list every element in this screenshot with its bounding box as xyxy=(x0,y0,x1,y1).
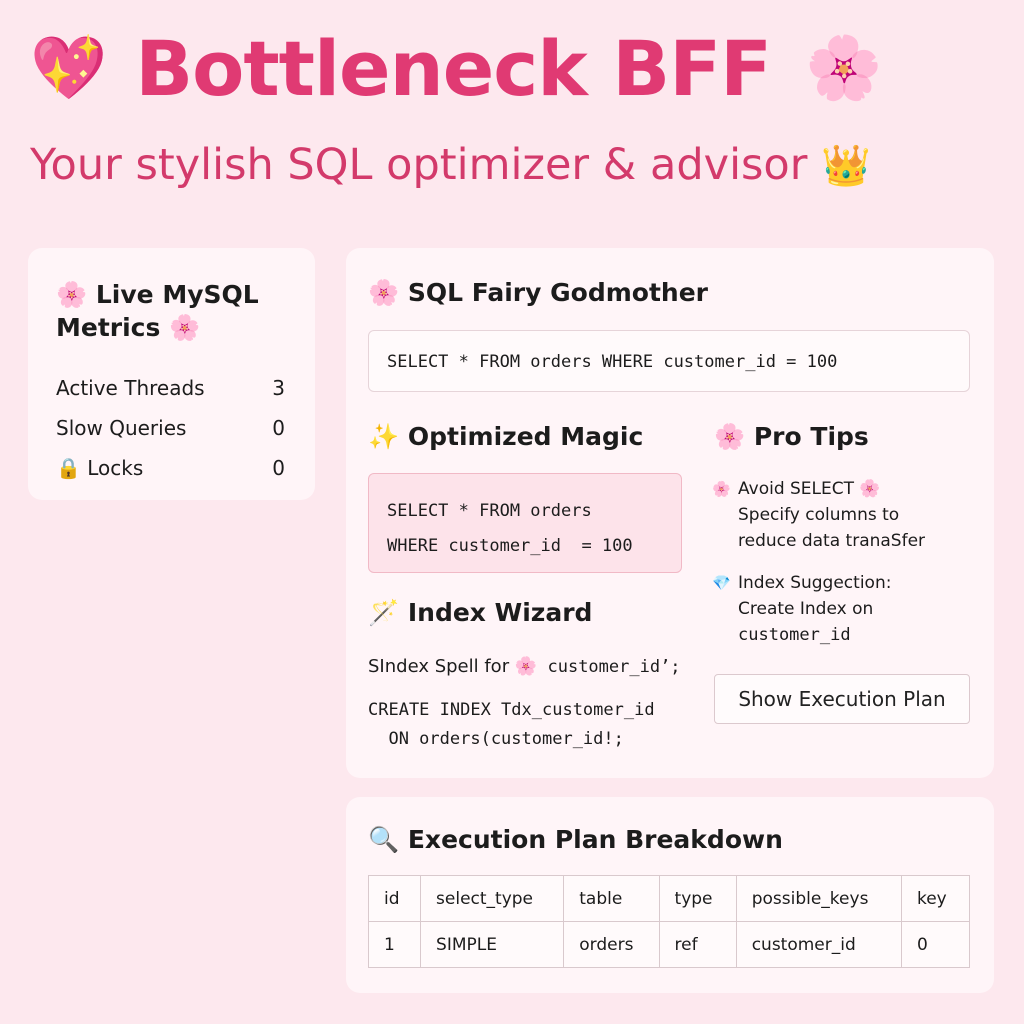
flower-icon: 🌸 xyxy=(805,31,883,104)
metric-label: Slow Queries xyxy=(56,416,187,440)
flower-icon: 🌸 xyxy=(859,479,881,499)
optimized-line-2: WHERE customer_id = 100 xyxy=(387,536,633,556)
heart-icon: 💖 xyxy=(30,31,108,104)
spell-prefix: SIndex Spell for xyxy=(368,656,515,677)
table-cell: 0 xyxy=(900,921,971,968)
tip-item: 🌸 Avoid SELECT 🌸 Specify columns to redu… xyxy=(712,476,974,554)
column-header: id xyxy=(367,875,422,922)
metric-label: 🔒 Locks xyxy=(56,456,144,480)
metric-value: 0 xyxy=(272,456,285,480)
column-header: key xyxy=(900,875,971,922)
magnifier-icon: 🔍 xyxy=(368,825,400,854)
tip-text: Create Index on xyxy=(738,599,874,619)
metric-row-slow-queries: Slow Queries 0 xyxy=(56,408,287,448)
flower-icon: 🌸 xyxy=(714,422,746,451)
tips-list: 🌸 Avoid SELECT 🌸 Specify columns to redu… xyxy=(712,476,974,664)
execution-plan-panel: 🔍 Execution Plan Breakdown id select_typ… xyxy=(346,797,994,993)
table-cell: SIMPLE xyxy=(420,921,565,968)
table-header-row: id select_type table type possible_keys … xyxy=(367,875,971,922)
tip-text: customer_id xyxy=(738,625,851,645)
title-row: 💖 Bottleneck BFF 🌸 xyxy=(30,22,1010,114)
metrics-title: 🌸 Live MySQL Metrics 🌸 xyxy=(56,278,287,344)
create-index-code-2: ON orders(customer_id!; xyxy=(368,729,624,749)
optimized-line-1: SELECT * FROM orders xyxy=(387,501,592,521)
metrics-title-text: Live MySQL Metrics xyxy=(56,280,259,342)
metric-value: 3 xyxy=(272,376,285,400)
tip-text: reduce data tranaSfer xyxy=(738,531,926,551)
tip-item: 💎 Index Suggection: Create Index on cust… xyxy=(712,570,974,648)
optimizer-panel: 🌸 SQL Fairy Godmother SELECT * FROM orde… xyxy=(346,248,994,778)
column-header: type xyxy=(658,875,737,922)
table-cell: customer_id xyxy=(735,921,902,968)
plan-title: 🔍 Execution Plan Breakdown xyxy=(368,825,783,855)
execution-plan-table: id select_type table type possible_keys … xyxy=(367,875,971,968)
metric-label: Active Threads xyxy=(56,376,205,400)
subtitle-text: Your stylish SQL optimizer & advisor xyxy=(30,140,808,190)
show-execution-plan-button[interactable]: Show Execution Plan xyxy=(714,674,970,724)
optimized-title: ✨ Optimized Magic xyxy=(368,422,643,452)
column-header: select_type xyxy=(420,875,565,922)
optimized-query: SELECT * FROM orders WHERE customer_id = … xyxy=(368,473,682,573)
plan-title-text: Execution Plan Breakdown xyxy=(407,825,783,854)
metrics-panel: 🌸 Live MySQL Metrics 🌸 Active Threads 3 … xyxy=(28,248,315,500)
tips-title: 🌸 Pro Tips xyxy=(714,422,869,452)
table-row: 1 SIMPLE orders ref customer_id 0 xyxy=(367,921,971,968)
app-title: Bottleneck BFF xyxy=(135,23,772,113)
optimized-title-text: Optimized Magic xyxy=(407,422,644,451)
sql-query-input[interactable]: SELECT * FROM orders WHERE customer_id =… xyxy=(368,330,970,392)
flower-icon: 🌸 xyxy=(56,280,88,309)
tips-title-text: Pro Tips xyxy=(753,422,869,451)
index-spell: SIndex Spell for 🌸 customer_id’; xyxy=(368,656,681,677)
app-header: 💖 Bottleneck BFF 🌸 Your stylish SQL opti… xyxy=(30,22,1010,191)
wizard-title-text: Index Wizard xyxy=(407,598,593,627)
flower-icon: 🌸 xyxy=(169,313,201,342)
metric-row-active-threads: Active Threads 3 xyxy=(56,368,287,408)
flower-icon: 🌸 xyxy=(712,480,731,498)
column-header: possible_keys xyxy=(735,875,902,922)
gem-icon: 💎 xyxy=(712,574,731,592)
crown-icon: 👑 xyxy=(821,142,872,189)
create-index-code-1: CREATE INDEX Tdx_customer_id xyxy=(368,700,655,720)
metric-value: 0 xyxy=(272,416,285,440)
godmother-title-text: SQL Fairy Godmother xyxy=(407,278,708,307)
flower-icon: 🌸 xyxy=(514,656,538,677)
table-cell: ref xyxy=(658,921,737,968)
tip-text: Index Suggection: xyxy=(738,573,892,593)
wizard-title: 🪄 Index Wizard xyxy=(368,598,592,628)
metric-row-locks: 🔒 Locks 0 xyxy=(56,448,287,488)
tip-text: Specify columns to xyxy=(738,505,900,525)
flower-icon: 🌸 xyxy=(368,278,400,307)
tip-text: Avoid SELECT xyxy=(738,479,855,499)
column-header: table xyxy=(563,875,660,922)
sparkles-icon: ✨ xyxy=(368,422,400,451)
godmother-title: 🌸 SQL Fairy Godmother xyxy=(368,278,708,308)
table-cell: 1 xyxy=(367,921,422,968)
spell-suffix: customer_id’; xyxy=(537,657,681,677)
app-subtitle: Your stylish SQL optimizer & advisor 👑 xyxy=(30,140,1010,190)
wand-icon: 🪄 xyxy=(368,598,400,627)
table-cell: orders xyxy=(563,921,660,968)
